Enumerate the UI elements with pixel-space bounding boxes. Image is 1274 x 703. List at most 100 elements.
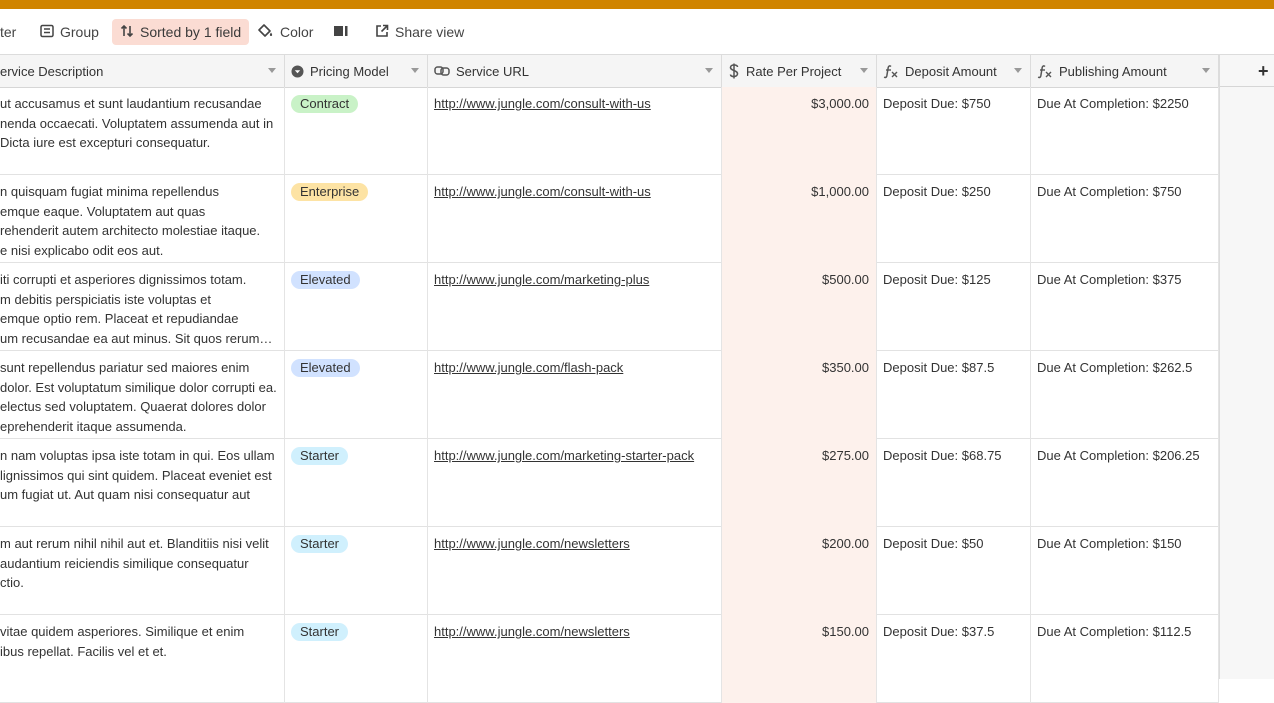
filter-button[interactable]: ter xyxy=(0,19,16,45)
table-row[interactable]: n quisquam fugiat minima repellendus emq… xyxy=(0,175,1219,263)
column-header-service-url[interactable]: Service URL xyxy=(428,55,722,87)
column-header-row: ervice Description Pricing Model Service… xyxy=(0,55,1219,88)
deposit-cell[interactable]: Deposit Due: $68.75 xyxy=(877,439,1031,527)
chevron-down-icon[interactable] xyxy=(268,68,276,73)
service-url-cell[interactable]: http://www.jungle.com/flash-pack xyxy=(428,351,722,439)
publishing-cell[interactable]: Due At Completion: $206.25 xyxy=(1031,439,1219,527)
publishing-cell[interactable]: Due At Completion: $375 xyxy=(1031,263,1219,351)
column-header-label: Publishing Amount xyxy=(1059,63,1167,79)
chevron-down-icon[interactable] xyxy=(1014,68,1022,73)
pricing-model-cell[interactable]: Starter xyxy=(285,527,428,615)
service-url-link[interactable]: http://www.jungle.com/newsletters xyxy=(434,536,630,551)
publishing-cell[interactable]: Due At Completion: $150 xyxy=(1031,527,1219,615)
service-url-cell[interactable]: http://www.jungle.com/newsletters xyxy=(428,527,722,615)
rate-cell[interactable]: $200.00 xyxy=(722,527,877,615)
records-grid: ervice Description Pricing Model Service… xyxy=(0,55,1274,703)
pricing-model-cell[interactable]: Elevated xyxy=(285,351,428,439)
rate-cell[interactable]: $150.00 xyxy=(722,615,877,703)
rate-cell[interactable]: $350.00 xyxy=(722,351,877,439)
share-view-button[interactable]: Share view xyxy=(375,19,464,45)
group-icon xyxy=(40,24,60,41)
column-header-description[interactable]: ervice Description xyxy=(0,55,285,87)
row-height-icon xyxy=(333,24,355,41)
table-row[interactable]: n nam voluptas ipsa iste totam in qui. E… xyxy=(0,439,1219,527)
formula-icon xyxy=(1037,64,1053,79)
service-url-cell[interactable]: http://www.jungle.com/consult-with-us xyxy=(428,87,722,175)
pricing-model-pill: Starter xyxy=(291,447,349,465)
publishing-value: Due At Completion: $150 xyxy=(1037,536,1182,551)
description-cell[interactable]: ut accusamus et sunt laudantium recusand… xyxy=(0,87,285,175)
publishing-cell[interactable]: Due At Completion: $2250 xyxy=(1031,87,1219,175)
group-button[interactable]: Group xyxy=(40,19,99,45)
column-header-label: Pricing Model xyxy=(310,63,389,79)
deposit-value: Deposit Due: $125 xyxy=(883,272,991,287)
chevron-down-icon[interactable] xyxy=(411,68,419,73)
service-url-link[interactable]: http://www.jungle.com/consult-with-us xyxy=(434,184,651,199)
description-cell[interactable]: n nam voluptas ipsa iste totam in qui. E… xyxy=(0,439,285,527)
pricing-model-cell[interactable]: Starter xyxy=(285,615,428,703)
deposit-cell[interactable]: Deposit Due: $125 xyxy=(877,263,1031,351)
publishing-value: Due At Completion: $2250 xyxy=(1037,96,1189,111)
add-field-button[interactable]: + xyxy=(1258,61,1269,82)
deposit-value: Deposit Due: $68.75 xyxy=(883,448,1002,463)
rate-value: $3,000.00 xyxy=(811,96,869,111)
column-header-pricing-model[interactable]: Pricing Model xyxy=(285,55,428,87)
pricing-model-cell[interactable]: Contract xyxy=(285,87,428,175)
chevron-down-icon[interactable] xyxy=(860,68,868,73)
service-url-cell[interactable]: http://www.jungle.com/consult-with-us xyxy=(428,175,722,263)
table-row[interactable]: m aut rerum nihil nihil aut et. Blanditi… xyxy=(0,527,1219,615)
row-height-button[interactable] xyxy=(333,19,355,45)
share-view-label: Share view xyxy=(395,24,465,40)
deposit-cell[interactable]: Deposit Due: $750 xyxy=(877,87,1031,175)
pricing-model-cell[interactable]: Elevated xyxy=(285,263,428,351)
service-url-link[interactable]: http://www.jungle.com/consult-with-us xyxy=(434,96,651,111)
pricing-model-cell[interactable]: Starter xyxy=(285,439,428,527)
rate-value: $275.00 xyxy=(822,448,869,463)
column-header-publishing[interactable]: Publishing Amount xyxy=(1031,55,1219,87)
description-cell[interactable]: iti corrupti et asperiores dignissimos t… xyxy=(0,263,285,351)
deposit-cell[interactable]: Deposit Due: $37.5 xyxy=(877,615,1031,703)
pricing-model-cell[interactable]: Enterprise xyxy=(285,175,428,263)
description-cell[interactable]: n quisquam fugiat minima repellendus emq… xyxy=(0,175,285,263)
service-url-cell[interactable]: http://www.jungle.com/marketing-starter-… xyxy=(428,439,722,527)
chevron-down-icon[interactable] xyxy=(705,68,713,73)
description-text: n quisquam fugiat minima repellendus emq… xyxy=(0,184,261,258)
column-header-deposit[interactable]: Deposit Amount xyxy=(877,55,1031,87)
app-accent-bar xyxy=(0,0,1274,9)
sort-arrows-icon xyxy=(120,24,140,41)
deposit-cell[interactable]: Deposit Due: $250 xyxy=(877,175,1031,263)
pricing-model-pill: Starter xyxy=(291,535,349,553)
color-button[interactable]: Color xyxy=(258,19,313,45)
publishing-value: Due At Completion: $375 xyxy=(1037,272,1182,287)
service-url-link[interactable]: http://www.jungle.com/marketing-starter-… xyxy=(434,448,694,463)
pricing-model-pill: Elevated xyxy=(291,271,360,289)
pricing-model-pill: Starter xyxy=(291,623,349,641)
deposit-cell[interactable]: Deposit Due: $87.5 xyxy=(877,351,1031,439)
sort-button[interactable]: Sorted by 1 field xyxy=(112,19,250,45)
description-cell[interactable]: sunt repellendus pariatur sed maiores en… xyxy=(0,351,285,439)
chevron-down-icon[interactable] xyxy=(1202,68,1210,73)
column-header-rate[interactable]: Rate Per Project xyxy=(722,55,877,87)
service-url-cell[interactable]: http://www.jungle.com/marketing-plus xyxy=(428,263,722,351)
rate-value: $1,000.00 xyxy=(811,184,869,199)
rate-cell[interactable]: $3,000.00 xyxy=(722,87,877,175)
description-cell[interactable]: vitae quidem asperiores. Similique et en… xyxy=(0,615,285,703)
rate-cell[interactable]: $1,000.00 xyxy=(722,175,877,263)
service-url-link[interactable]: http://www.jungle.com/newsletters xyxy=(434,624,630,639)
publishing-cell[interactable]: Due At Completion: $262.5 xyxy=(1031,351,1219,439)
rate-cell[interactable]: $500.00 xyxy=(722,263,877,351)
publishing-cell[interactable]: Due At Completion: $112.5 xyxy=(1031,615,1219,703)
service-url-link[interactable]: http://www.jungle.com/flash-pack xyxy=(434,360,623,375)
table-row[interactable]: iti corrupti et asperiores dignissimos t… xyxy=(0,263,1219,351)
table-row[interactable]: vitae quidem asperiores. Similique et en… xyxy=(0,615,1219,703)
table-row[interactable]: sunt repellendus pariatur sed maiores en… xyxy=(0,351,1219,439)
service-url-link[interactable]: http://www.jungle.com/marketing-plus xyxy=(434,272,649,287)
deposit-cell[interactable]: Deposit Due: $50 xyxy=(877,527,1031,615)
description-cell[interactable]: m aut rerum nihil nihil aut et. Blanditi… xyxy=(0,527,285,615)
service-url-cell[interactable]: http://www.jungle.com/newsletters xyxy=(428,615,722,703)
rate-cell[interactable]: $275.00 xyxy=(722,439,877,527)
publishing-cell[interactable]: Due At Completion: $750 xyxy=(1031,175,1219,263)
publishing-value: Due At Completion: $262.5 xyxy=(1037,360,1193,375)
description-text: n nam voluptas ipsa iste totam in qui. E… xyxy=(0,448,275,502)
table-row[interactable]: ut accusamus et sunt laudantium recusand… xyxy=(0,87,1219,175)
